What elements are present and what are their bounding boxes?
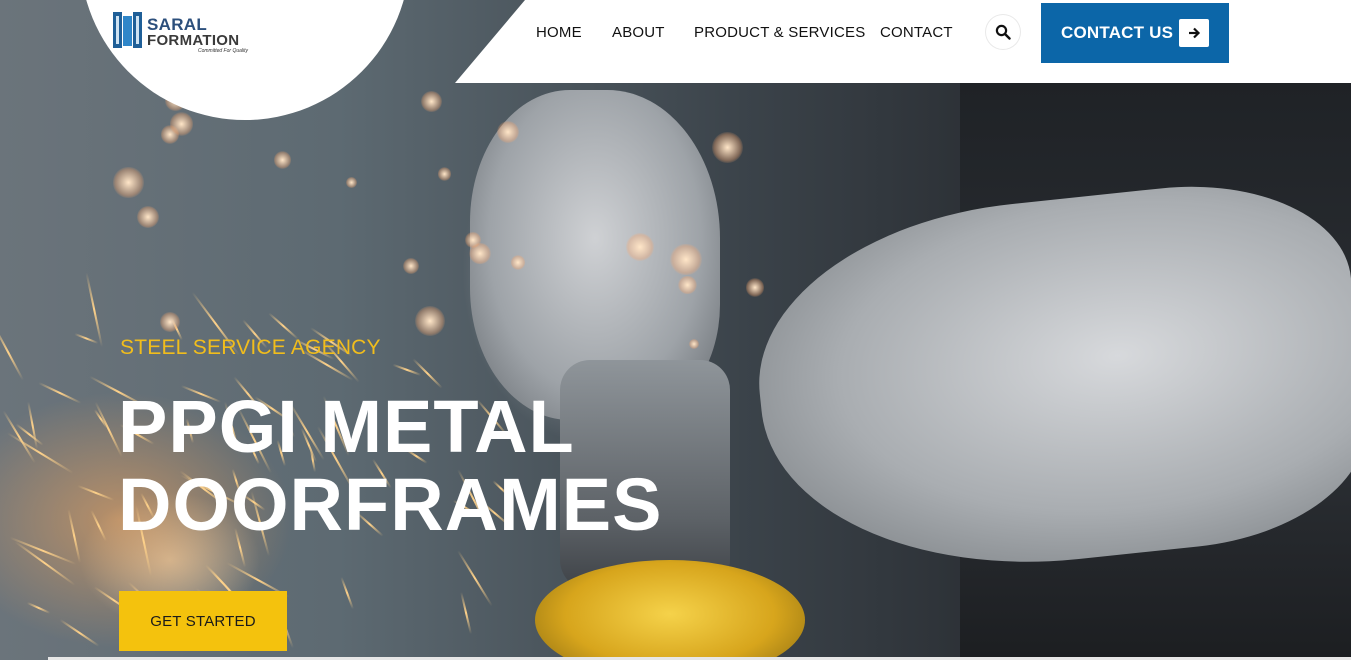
spark-streak [59, 619, 100, 648]
bokeh-light [465, 232, 481, 248]
bokeh-light [169, 112, 194, 136]
logo-text-formation: FORMATION [147, 32, 240, 49]
hero-headline-line1: PPGI METAL [118, 385, 575, 468]
spark-streak [90, 510, 107, 542]
hero-headline-line2: DOORFRAMES [118, 463, 663, 546]
bokeh-light [402, 257, 420, 275]
spark-streak [85, 272, 103, 348]
spark-streak [37, 381, 82, 404]
bokeh-light [113, 167, 144, 198]
bokeh-light [670, 243, 702, 276]
hero-eyebrow: STEEL SERVICE AGENCY [120, 336, 381, 359]
hero-image-right-glove [742, 169, 1351, 591]
nav-contact[interactable]: CONTACT [880, 24, 953, 41]
spark-streak [67, 508, 81, 563]
spark-streak [26, 601, 51, 614]
spark-streak [27, 401, 38, 450]
search-icon [995, 24, 1011, 40]
bokeh-light [420, 90, 442, 112]
site-logo[interactable]: SARAL FORMATION Committed For Quality [112, 8, 272, 58]
nav-product-services[interactable]: PRODUCT & SERVICES [694, 24, 865, 41]
bokeh-light [438, 167, 452, 181]
site-header: SARAL FORMATION Committed For Quality HO… [0, 0, 1351, 120]
spark-streak [14, 540, 76, 586]
search-button[interactable] [986, 15, 1020, 49]
spark-streak [6, 432, 74, 474]
spark-streak [77, 484, 115, 501]
contact-us-label: CONTACT US [1061, 23, 1174, 42]
nav-about[interactable]: ABOUT [612, 24, 665, 41]
spark-streak [340, 577, 355, 610]
get-started-button[interactable]: GET STARTED [119, 591, 287, 651]
logo-tagline: Committed For Quality [198, 48, 249, 54]
arrow-right-icon [1179, 19, 1209, 47]
hero-headline: PPGI METAL DOORFRAMES [118, 388, 662, 544]
spark-streak [460, 592, 473, 635]
spark-streak [0, 324, 24, 381]
bokeh-light [346, 176, 358, 188]
bokeh-light [510, 255, 526, 270]
bokeh-light [136, 205, 159, 228]
bokeh-light [689, 338, 700, 349]
bokeh-light [745, 278, 764, 297]
bokeh-light [160, 312, 181, 332]
contact-us-button[interactable]: CONTACT US [1041, 3, 1229, 63]
bokeh-light [273, 150, 292, 169]
bokeh-light [678, 275, 697, 295]
spark-streak [74, 332, 99, 344]
bokeh-light [712, 131, 744, 163]
logo-door-icon [113, 12, 142, 48]
nav-home[interactable]: HOME [536, 24, 582, 41]
bokeh-light [414, 305, 446, 337]
